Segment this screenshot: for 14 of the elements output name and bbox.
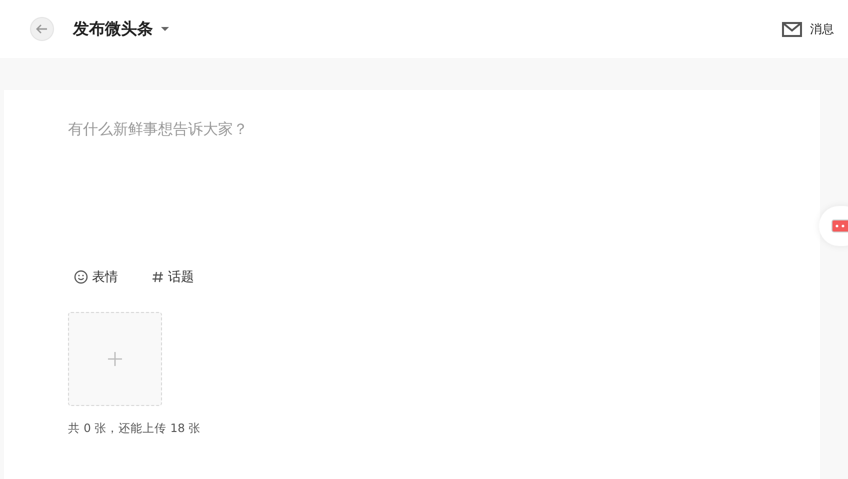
envelope-icon[interactable] bbox=[782, 22, 802, 36]
back-arrow-icon[interactable] bbox=[36, 24, 48, 34]
upload-count-text: 共 0 张，还能上传 18 张 bbox=[68, 421, 201, 436]
page-title: 发布微头条 bbox=[73, 18, 153, 40]
emoji-button[interactable]: 表情 bbox=[74, 268, 118, 286]
smiley-icon[interactable] bbox=[74, 270, 88, 284]
caret-icon[interactable] bbox=[161, 27, 169, 31]
chat-bubble-icon[interactable] bbox=[831, 219, 848, 233]
hashtag-icon[interactable] bbox=[152, 271, 164, 283]
messages-button[interactable]: 消息 bbox=[782, 20, 834, 38]
composer-panel[interactable]: 有什么新鲜事想告诉大家？ 表情 话题 共 0 张，还能上传 18 张 bbox=[4, 90, 820, 479]
back-button[interactable] bbox=[30, 17, 54, 41]
topic-button[interactable]: 话题 bbox=[152, 268, 194, 286]
plus-icon[interactable] bbox=[108, 352, 122, 366]
